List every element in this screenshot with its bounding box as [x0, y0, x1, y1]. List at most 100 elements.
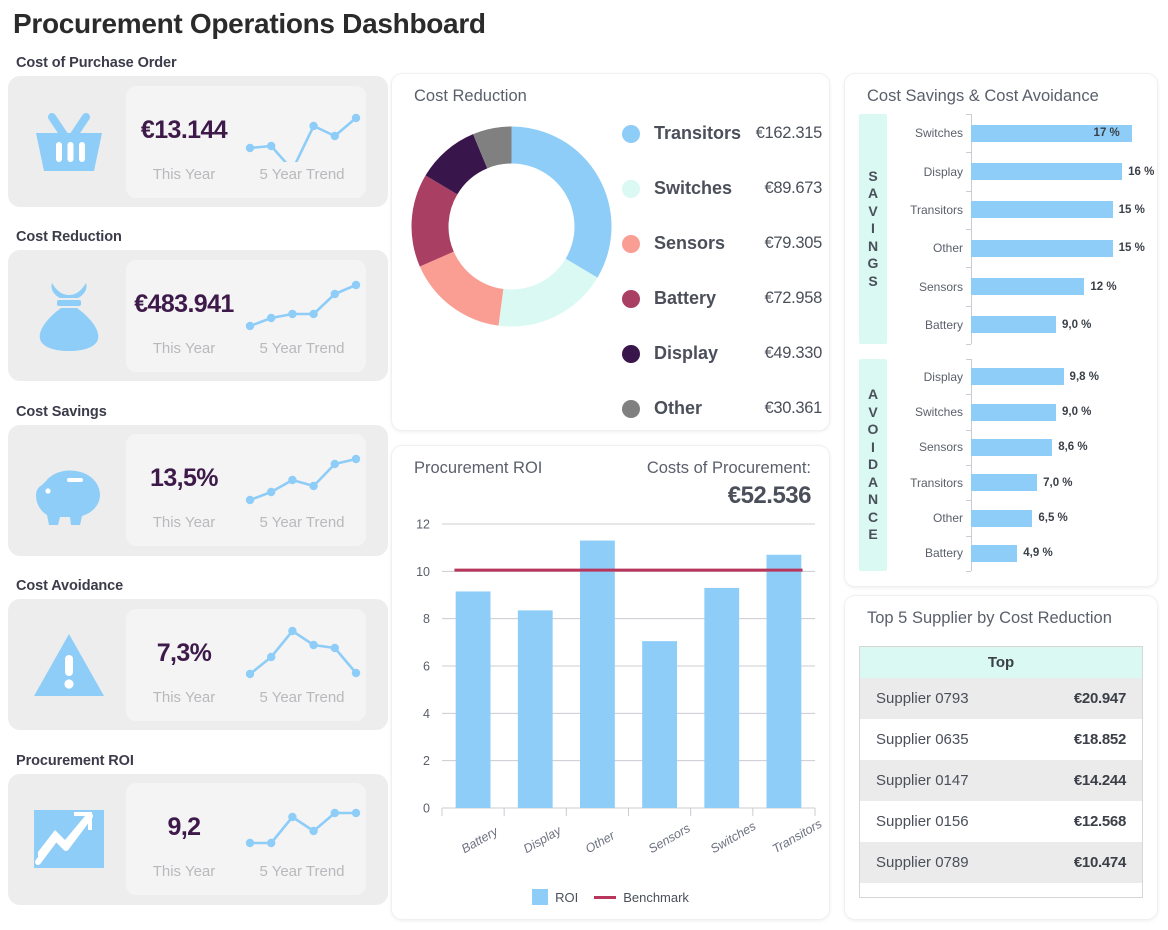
hbar-category-label: Sensors — [918, 440, 963, 455]
legend-color-dot — [622, 234, 640, 253]
hbar-row[interactable]: Other 6,5 % — [895, 509, 1147, 527]
chart-up-icon — [8, 774, 130, 905]
kpi-sparkline — [242, 96, 364, 174]
supplier-value: €12.568 — [1073, 813, 1126, 830]
hbar-tick — [966, 359, 971, 360]
kpi-block: Cost Savings 13,5% This Year 5 Year Trend — [8, 401, 388, 575]
hbar-row[interactable]: Battery 9,0 % — [895, 316, 1147, 334]
cost-savings-bar-chart: Switches 17 % Display 16 % Transitors 15 % Oth… — [895, 114, 1154, 345]
hbar-track: 15 % — [971, 239, 1147, 257]
kpi-sparkline — [242, 444, 364, 510]
supplier-name: Supplier 0793 — [876, 690, 969, 707]
hbar-row[interactable]: Sensors 8,6 % — [895, 438, 1147, 456]
hbar-value-label: 9,0 % — [1062, 318, 1092, 331]
hbar-axis-line — [971, 359, 972, 571]
hbar-value-label: 9,0 % — [1062, 406, 1092, 418]
kpi-value: €13.144 — [140, 115, 228, 144]
roi-legend-swatch — [532, 889, 549, 905]
table-row[interactable]: Supplier 0793 €20.947 — [860, 678, 1142, 719]
svg-text:6: 6 — [423, 660, 430, 674]
legend-item[interactable]: Battery €72.958 — [622, 271, 822, 326]
kpi-trend-label: 5 Year Trend — [259, 514, 345, 532]
kpi-trend-label: 5 Year Trend — [259, 688, 345, 706]
avoidance-band-char: E — [868, 526, 878, 543]
hbar-row[interactable]: Switches 9,0 % — [895, 403, 1147, 421]
table-row[interactable]: Supplier 0635 €18.852 — [860, 719, 1142, 760]
kpi-card[interactable]: 7,3% This Year 5 Year Trend — [8, 599, 388, 731]
legend-item[interactable]: Transitors €162.315 — [622, 106, 822, 161]
kpi-sparkline — [242, 793, 364, 859]
hbar-tick — [966, 152, 971, 154]
hbar-row[interactable]: Display 16 % — [895, 163, 1154, 180]
hbar-value-label: 4,9 % — [1023, 547, 1053, 560]
hbar-category-label: Display — [923, 369, 963, 384]
hbar-fill — [971, 316, 1056, 334]
kpi-this-year-label: This Year — [152, 165, 216, 183]
hbar-category-label: Transitors — [910, 475, 963, 490]
kpi-column: Cost of Purchase Order €13.144 This Year 5 … — [8, 52, 388, 924]
hbar-category-label: Battery — [924, 546, 963, 561]
kpi-card[interactable]: 9,2 This Year 5 Year Trend — [8, 773, 388, 905]
hbar-category-label: Transitors — [910, 202, 963, 217]
money-bag-icon — [8, 250, 130, 381]
legend-item[interactable]: Switches €89.673 — [622, 161, 822, 216]
legend-item[interactable]: Display €49.330 — [622, 326, 822, 381]
svg-text:8: 8 — [423, 612, 430, 626]
hbar-fill — [971, 438, 1053, 456]
hbar-fill — [971, 368, 1064, 386]
legend-category-label: Display — [654, 343, 719, 363]
legend-category-label: Battery — [654, 288, 717, 308]
hbar-value-label: 17 % — [1093, 127, 1120, 140]
table-row[interactable]: Supplier 0147 €14.244 — [860, 760, 1142, 801]
benchmark-legend-item[interactable]: Benchmark — [594, 890, 689, 905]
avoidance-band-char: N — [867, 491, 879, 508]
kpi-inner-card: 13,5% This Year 5 Year Trend — [126, 434, 366, 547]
hbar-fill — [971, 474, 1038, 492]
savings-band-char: S — [868, 272, 878, 289]
table-row[interactable]: Supplier 0156 €12.568 — [860, 801, 1142, 842]
hbar-row[interactable]: Transitors 15 % — [895, 201, 1147, 219]
kpi-card[interactable]: €13.144 This Year 5 Year Trend — [8, 76, 388, 207]
hbar-category-label: Other — [932, 241, 963, 256]
legend-item[interactable]: Sensors €79.305 — [622, 216, 822, 271]
hbar-row[interactable]: Battery 4,9 % — [895, 544, 1147, 562]
hbar-value-label: 8,6 % — [1058, 441, 1088, 454]
page-title: Procurement Operations Dashboard — [13, 8, 486, 39]
procurement-roi-panel: Procurement ROI Costs of Procurement: €5… — [392, 446, 829, 919]
supplier-panel-title: Top 5 Supplier by Cost Reduction — [867, 609, 1112, 627]
hbar-row[interactable]: Sensors 12 % — [895, 278, 1147, 295]
supplier-table-header: Top — [860, 647, 1142, 678]
legend-value: €72.958 — [764, 289, 822, 307]
kpi-card[interactable]: €483.941 This Year 5 Year Trend — [8, 250, 388, 382]
avoidance-band-label: AVOIDANCE — [859, 359, 887, 571]
hbar-tick — [966, 535, 971, 537]
costs-of-procurement-value: €52.536 — [727, 482, 812, 509]
svg-text:0: 0 — [423, 802, 430, 816]
donut-panel-title: Cost Reduction — [414, 87, 527, 105]
hbar-tick — [966, 394, 971, 396]
savings-band-char: N — [867, 237, 879, 254]
hbar-row[interactable]: Transitors 7,0 % — [895, 474, 1147, 492]
hbar-tick — [966, 190, 971, 192]
kpi-trend-label: 5 Year Trend — [259, 863, 345, 881]
hbar-row[interactable]: Switches 17 % — [895, 124, 1147, 142]
kpi-card[interactable]: 13,5% This Year 5 Year Trend — [8, 424, 388, 556]
legend-color-dot — [622, 124, 640, 143]
hbar-track: 12 % — [971, 278, 1147, 295]
kpi-trend-label: 5 Year Trend — [259, 339, 345, 357]
legend-item[interactable]: Other €30.361 — [622, 381, 822, 436]
kpi-value: 7,3% — [156, 638, 212, 667]
kpi-label: Cost Savings — [16, 403, 107, 420]
donut-chart — [404, 119, 619, 334]
hbar-row[interactable]: Display 9,8 % — [895, 368, 1147, 386]
hbar-tick — [966, 114, 971, 115]
table-row[interactable]: Supplier 0789 €10.474 — [860, 842, 1142, 883]
kpi-this-year-label: This Year — [152, 863, 216, 881]
roi-legend-item[interactable]: ROI — [532, 889, 578, 905]
hbar-tick — [966, 571, 971, 572]
avoidance-band-char: O — [867, 421, 879, 438]
hbar-row[interactable]: Other 15 % — [895, 239, 1147, 257]
supplier-name: Supplier 0156 — [876, 813, 969, 830]
top-supplier-panel: Top 5 Supplier by Cost Reduction Top Sup… — [845, 596, 1157, 919]
kpi-sparkline — [242, 270, 364, 336]
